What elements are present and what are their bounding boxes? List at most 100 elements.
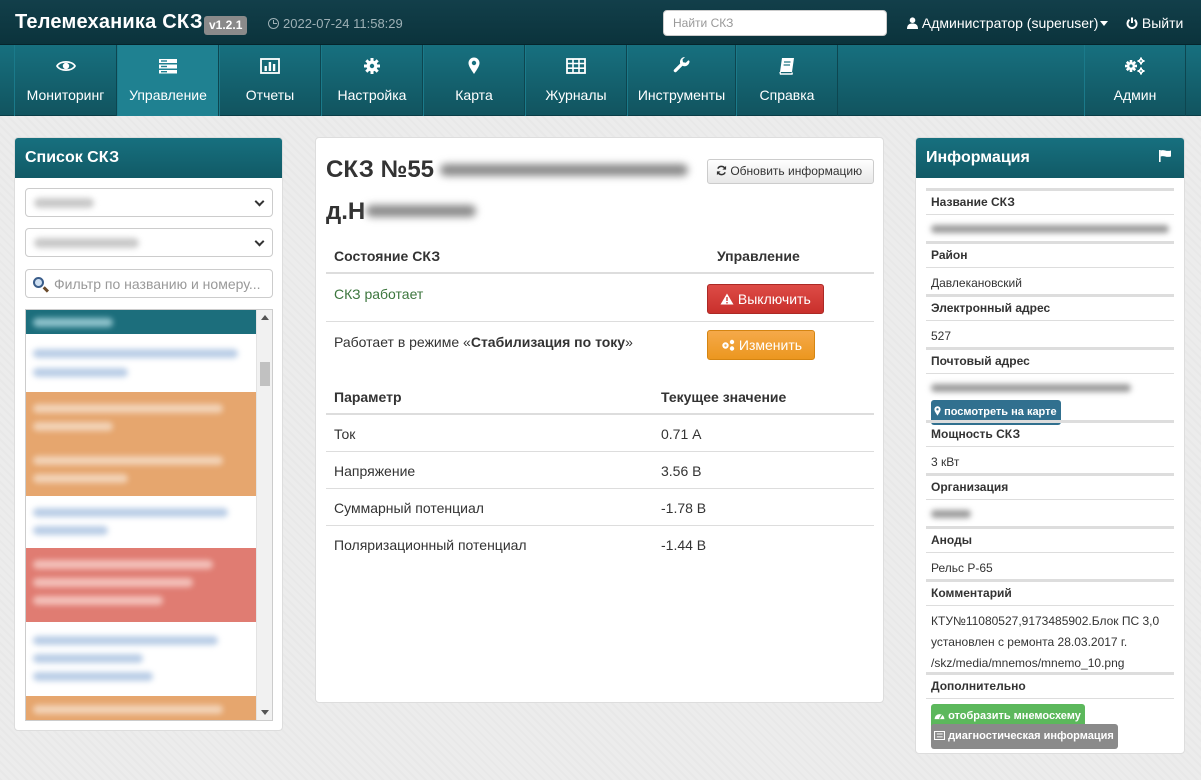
caret-down-icon (1100, 21, 1109, 26)
power-icon (1126, 17, 1138, 29)
info-label-extra: Дополнительно (926, 672, 1174, 698)
dashboard-icon (934, 714, 945, 720)
main-nav: Мониторинг Управление Отчеты Настройка К… (0, 45, 1201, 116)
filter-input[interactable]: Фильтр по названию и номеру... (25, 269, 273, 298)
nav-item-reports[interactable]: Отчеты (219, 45, 321, 116)
map-link-label: посмотреть на карте (944, 406, 1057, 418)
nav-item-journals[interactable]: Журналы (525, 45, 627, 116)
diagnostics-link[interactable]: диагностическая информация (931, 724, 1118, 749)
list-item[interactable] (26, 496, 256, 548)
logout-label: Выйти (1141, 15, 1184, 31)
map-marker-icon (424, 54, 524, 76)
info-value-extra: отобразить мнемосхему диагностическая ин… (926, 698, 1174, 749)
list-item[interactable] (26, 392, 256, 444)
info-value-name (926, 214, 1174, 242)
control-header: Управление (717, 248, 800, 264)
user-icon (907, 17, 918, 29)
gears-icon (722, 339, 735, 351)
mode-prefix: Работает в режиме « (334, 334, 471, 350)
param-name: Ток (334, 426, 356, 442)
nav-label: Управление (129, 87, 207, 103)
refresh-label: Обновить информацию (730, 164, 863, 178)
book-icon (737, 54, 837, 76)
district-select[interactable] (25, 228, 273, 257)
refresh-button[interactable]: Обновить информацию (707, 159, 874, 184)
nav-label: Отчеты (245, 87, 295, 103)
turn-off-button[interactable]: Выключить (707, 284, 824, 314)
value-header: Текущее значение (661, 389, 787, 405)
nav-label: Справка (759, 87, 815, 103)
logout-button[interactable]: Выйти (1126, 15, 1183, 31)
mode-suffix: » (625, 334, 633, 350)
warning-icon (720, 293, 734, 305)
table-row: Ток 0.71 А (326, 415, 874, 452)
list-item[interactable] (26, 548, 256, 622)
diagnostics-link-label: диагностическая информация (948, 730, 1114, 742)
version-badge: v1.2.1 (204, 16, 248, 35)
nav-label: Инструменты (637, 87, 726, 103)
scroll-down-icon[interactable] (261, 710, 269, 715)
user-menu[interactable]: Администратор (superuser) (907, 15, 1109, 31)
param-value: 0.71 А (661, 426, 702, 442)
app-title[interactable]: Телемеханика СКЗ (15, 11, 203, 34)
info-value-org (926, 499, 1174, 525)
chevron-down-icon (254, 196, 265, 207)
table-row: Суммарный потенциал -1.78 В (326, 489, 874, 526)
mnemo-link-label: отобразить мнемосхему (948, 710, 1081, 722)
flag-icon (1159, 150, 1171, 162)
search-input[interactable] (663, 10, 887, 36)
nav-item-map[interactable]: Карта (423, 45, 525, 116)
nav-item-monitoring[interactable]: Мониторинг (14, 45, 117, 116)
param-name: Напряжение (334, 463, 416, 479)
redacted-title (440, 164, 688, 176)
param-name: Поляризационный потенциал (334, 537, 527, 553)
param-name: Суммарный потенциал (334, 500, 484, 516)
nav-item-tools[interactable]: Инструменты (627, 45, 736, 116)
info-label-name: Название СКЗ (926, 188, 1174, 214)
scroll-up-icon[interactable] (261, 315, 269, 320)
change-mode-button[interactable]: Изменить (707, 330, 815, 360)
skz-title: СКЗ №55 (326, 156, 434, 184)
param-value: -1.44 В (661, 537, 707, 553)
state-table-header: Состояние СКЗ Управление (326, 236, 874, 274)
param-value: -1.78 В (661, 500, 707, 516)
list-item[interactable] (26, 444, 256, 496)
skz-title-number: СКЗ №55 (326, 156, 435, 183)
nav-item-control[interactable]: Управление (117, 45, 219, 116)
table-icon (526, 54, 626, 76)
wrench-icon (628, 54, 735, 76)
state-header: Состояние СКЗ (334, 248, 441, 264)
nav-label: Карта (455, 87, 493, 103)
redacted-title (366, 205, 476, 217)
region-select[interactable] (25, 188, 273, 217)
list-item[interactable] (26, 622, 256, 696)
eye-icon (15, 54, 116, 76)
param-value: 3.56 В (661, 463, 702, 479)
scroll-thumb[interactable] (260, 362, 270, 386)
param-header: Параметр (334, 389, 402, 405)
district-select-value (34, 238, 139, 248)
change-mode-label: Изменить (738, 337, 803, 353)
params-table-header: Параметр Текущее значение (326, 377, 874, 415)
list-scrollbar[interactable] (256, 310, 272, 720)
nav-label: Журналы (545, 87, 607, 103)
skz-detail-panel: СКЗ №55 д.Н Обновить информацию Состояни… (315, 137, 884, 703)
server-icon (118, 54, 218, 76)
skz-list[interactable] (25, 309, 273, 721)
list-icon (934, 730, 945, 741)
nav-item-help[interactable]: Справка (736, 45, 838, 116)
info-label-org: Организация (926, 473, 1174, 499)
skz-list-panel: Список СКЗ Фильтр по названию и номеру..… (14, 137, 283, 731)
list-item[interactable] (26, 334, 256, 392)
nav-item-settings[interactable]: Настройка (321, 45, 423, 116)
info-value-postal: посмотреть на карте (926, 373, 1174, 425)
info-label-comment: Комментарий (926, 579, 1174, 605)
list-item[interactable] (26, 696, 256, 720)
list-item[interactable] (26, 310, 256, 334)
info-panel: Информация Название СКЗ Район Давлеканов… (915, 137, 1185, 754)
user-name: Администратор (superuser) (921, 15, 1099, 31)
info-label-district: Район (926, 241, 1174, 267)
nav-item-admin[interactable]: Админ (1084, 45, 1186, 116)
bar-chart-icon (220, 54, 320, 76)
info-value-district: Давлекановский (926, 267, 1174, 293)
